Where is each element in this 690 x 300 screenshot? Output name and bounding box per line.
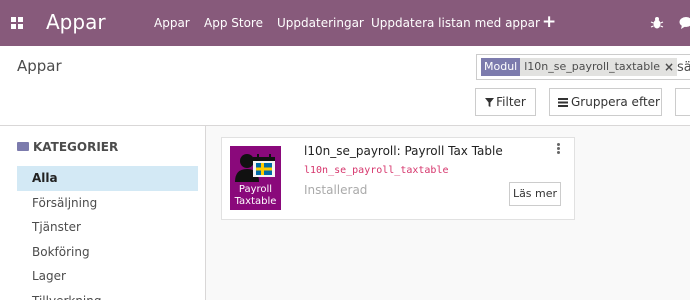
category-item-manufacturing[interactable]: Tillverkning [17,289,198,300]
app-icon-line2: Taxtable [234,196,277,207]
close-icon[interactable]: × [664,58,677,76]
search-box[interactable]: Modul l10n_se_payroll_taxtable × [476,54,690,80]
category-item-services[interactable]: Tjänster [17,215,198,240]
plus-icon[interactable]: + [542,12,556,32]
control-panel: Appar Modul l10n_se_payroll_taxtable × F… [0,46,690,126]
app-card[interactable]: Payroll Taxtable l10n_se_payroll: Payroll… [221,137,575,220]
kanban-view: Payroll Taxtable l10n_se_payroll: Payroll… [206,126,690,300]
nav-menu-update-list[interactable]: Uppdatera listan med appar [371,15,540,31]
bars-icon [558,98,568,107]
filter-icon [485,98,495,107]
category-list: Alla Försäljning Tjänster Bokföring Lage… [17,166,198,300]
person-icon [235,154,275,182]
nav-menu-app-store[interactable]: App Store [204,15,263,31]
category-item-all[interactable]: Alla [17,166,198,191]
apps-menu-icon[interactable] [11,17,23,29]
category-item-sales[interactable]: Försäljning [17,191,198,216]
app-name: l10n_se_payroll: Payroll Tax Table [304,144,503,158]
search-input[interactable] [677,58,690,76]
app-icon: Payroll Taxtable [230,146,281,210]
app-icon-line1: Payroll [238,184,273,195]
nav-menu-apps[interactable]: Appar [154,15,190,31]
sidebar-title-text: KATEGORIER [33,140,119,154]
search-facet-label: Modul [481,58,521,76]
sidebar-title: KATEGORIER [17,140,118,155]
app-status: Installerad [304,183,368,197]
search-facet-value: l10n_se_payroll_taxtable [524,60,661,73]
category-item-inventory[interactable]: Lager [17,264,198,289]
nav-menu-updates[interactable]: Uppdateringar [277,15,364,31]
category-item-accounting[interactable]: Bokföring [17,240,198,265]
app-icon-text: Payroll Taxtable [230,184,281,208]
kebab-menu-icon[interactable] [556,143,562,155]
bug-icon[interactable] [650,16,664,30]
app-technical-name: l10n_se_payroll_taxtable [304,165,449,176]
top-navbar: Appar Appar App Store Uppdateringar Uppd… [0,0,690,46]
filter-label: Filter [496,95,526,109]
category-sidebar: KATEGORIER Alla Försäljning Tjänster Bok… [0,126,206,300]
chat-icon[interactable] [679,16,690,30]
filter-button[interactable]: Filter [475,88,536,116]
nav-brand[interactable]: Appar [46,9,106,35]
folder-icon [17,142,29,151]
search-facet: Modul l10n_se_payroll_taxtable × [481,58,678,76]
page-title: Appar [17,57,62,75]
favorites-button[interactable]: ★ [675,88,690,116]
group-by-button[interactable]: Gruppera efter [549,88,662,116]
group-by-label: Gruppera efter [571,95,660,109]
learn-more-button[interactable]: Läs mer [509,182,561,206]
